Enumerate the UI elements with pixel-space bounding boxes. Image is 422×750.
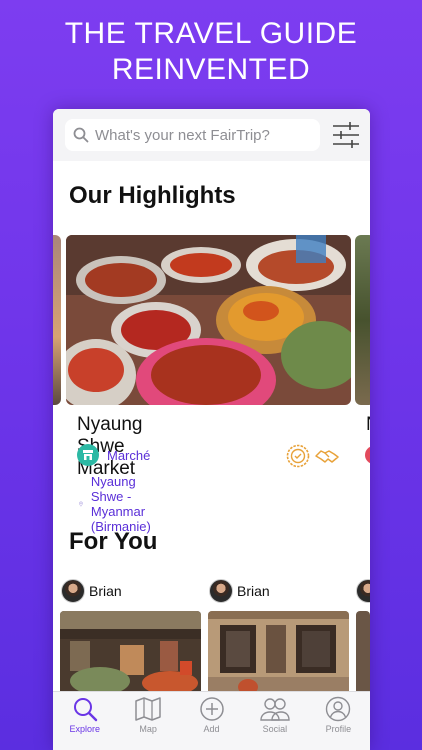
place-badges (286, 444, 340, 468)
avatar (61, 579, 85, 603)
tab-label: Explore (69, 724, 100, 734)
social-icon (260, 698, 290, 721)
tab-label: Map (139, 724, 157, 734)
tab-explore[interactable]: Explore (53, 692, 116, 750)
tab-profile[interactable]: Profile (307, 692, 370, 750)
next-place-category-peek (365, 446, 370, 464)
for-you-title: For You (69, 528, 158, 555)
hero-line-2: REINVENTED (111, 53, 311, 86)
highlights-title: Our Highlights (69, 182, 236, 209)
avatar (209, 579, 233, 603)
highlights-carousel[interactable] (53, 235, 370, 405)
store-icon (77, 444, 99, 466)
search-placeholder: What's your next FairTrip? (95, 126, 270, 144)
previous-card-image[interactable] (53, 235, 61, 405)
next-place-name-peek: N (366, 414, 370, 436)
certified-badge-icon (286, 444, 310, 468)
author-name: Brian (237, 583, 270, 599)
tab-label: Add (203, 724, 220, 734)
map-icon (135, 697, 161, 721)
post-author[interactable]: Brian (209, 579, 270, 603)
tab-add[interactable]: Add (180, 692, 243, 750)
filter-icon (333, 122, 359, 148)
filter-button[interactable] (330, 119, 362, 151)
post-image[interactable] (208, 611, 349, 695)
search-icon (73, 127, 89, 143)
place-category: Marché (77, 444, 150, 466)
fair-trade-handshake-icon (315, 450, 339, 463)
market-photo (66, 235, 351, 405)
avatar (356, 579, 370, 603)
tab-map[interactable]: Map (116, 692, 179, 750)
next-card-image[interactable] (355, 235, 370, 405)
market-stall-photo (60, 611, 201, 695)
profile-icon (326, 696, 351, 722)
place-location: Nyaung Shwe - Myanmar (Birmanie) (79, 474, 159, 534)
location-pin-icon (79, 501, 83, 507)
add-icon (199, 697, 224, 721)
location-label: Nyaung Shwe - Myanmar (Birmanie) (90, 474, 151, 534)
category-label: Marché (107, 447, 151, 463)
post-image[interactable] (60, 611, 201, 695)
search-bar: What's your next FairTrip? (53, 109, 370, 161)
building-photo (208, 611, 349, 695)
hero-headline: THE TRAVEL GUIDE REINVENTED (0, 16, 422, 88)
tab-label: Social (262, 724, 288, 734)
search-icon (73, 698, 97, 722)
phone-screen: What's your next FairTrip? Our Highlight… (53, 109, 370, 750)
tab-label: Profile (325, 724, 352, 734)
search-input[interactable]: What's your next FairTrip? (65, 119, 320, 151)
tab-bar: Explore Map Add Social Profile (53, 691, 370, 750)
post-author[interactable]: Brian (61, 579, 122, 603)
highlight-card-image[interactable] (66, 235, 351, 405)
author-name: Brian (89, 583, 122, 599)
tab-social[interactable]: Social (243, 692, 306, 750)
post-image-peek[interactable] (356, 611, 370, 695)
hero-line-1: THE TRAVEL GUIDE (64, 17, 358, 50)
post-author-peek[interactable] (356, 579, 370, 603)
